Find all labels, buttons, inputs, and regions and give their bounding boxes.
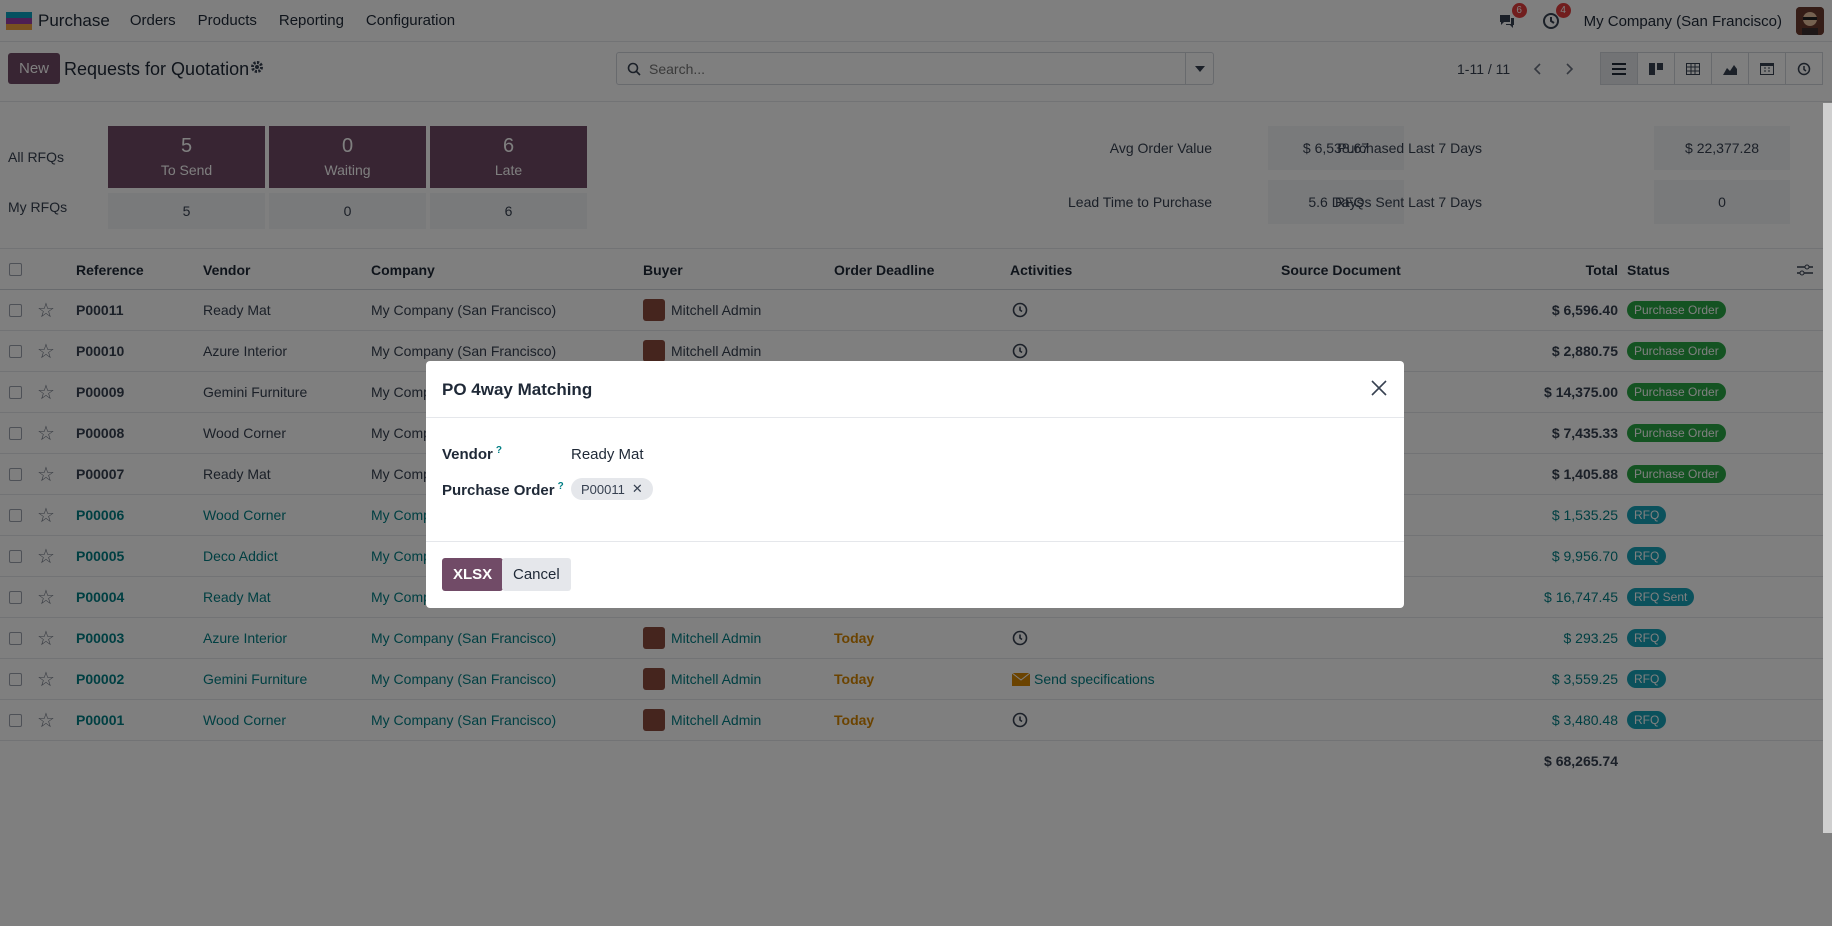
purchase-order-tag: P00011 ✕ [571, 478, 653, 500]
vendor-help-icon[interactable]: ? [496, 445, 502, 456]
dialog-title: PO 4way Matching [442, 380, 593, 399]
vendor-label: Vendor? [442, 445, 502, 463]
dialog-header: PO 4way Matching [426, 361, 1404, 418]
vendor-value: Ready Mat [571, 446, 644, 463]
remove-tag-icon[interactable]: ✕ [632, 481, 643, 497]
purchase-order-label: Purchase Order? [442, 481, 564, 499]
page-scrollbar[interactable] [1823, 103, 1832, 833]
purchase-order-tag-label: P00011 [581, 481, 625, 497]
purchase-order-help-icon[interactable]: ? [558, 481, 564, 492]
cancel-button[interactable]: Cancel [502, 558, 571, 591]
xlsx-button[interactable]: XLSX [442, 558, 504, 591]
po-matching-dialog: PO 4way Matching Vendor? Ready Mat Purch… [426, 361, 1404, 608]
close-icon[interactable] [1370, 379, 1390, 399]
dialog-footer: XLSX Cancel [426, 542, 1404, 606]
dialog-body: Vendor? Ready Mat Purchase Order? P00011… [426, 418, 1404, 542]
